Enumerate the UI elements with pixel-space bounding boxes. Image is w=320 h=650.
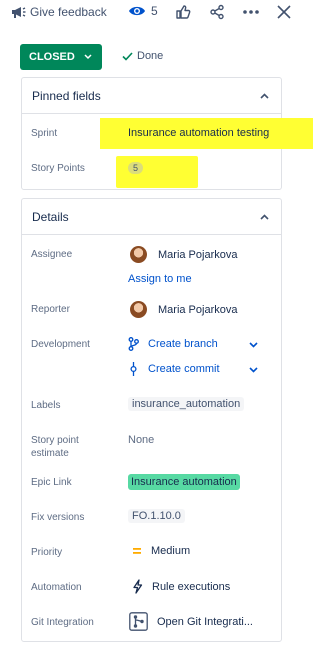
automation-value[interactable]: Rule executions <box>132 579 230 594</box>
story-points-badge: 5 <box>128 162 144 174</box>
chevron-down-icon <box>84 54 92 60</box>
git-integration-value[interactable]: Open Git Integrati... <box>129 612 253 631</box>
chevron-up-icon[interactable] <box>260 92 269 99</box>
create-branch-button[interactable]: Create branch <box>128 337 218 351</box>
status-label: CLOSED <box>29 51 75 63</box>
chevron-down-icon[interactable] <box>249 367 258 373</box>
create-commit-button[interactable]: Create commit <box>128 362 220 376</box>
branch-icon <box>128 337 139 351</box>
story-point-estimate-label-line1: Story point <box>31 435 79 446</box>
watch-count: 5 <box>151 4 158 18</box>
assign-to-me-link[interactable]: Assign to me <box>128 273 192 285</box>
create-branch-label: Create branch <box>148 338 218 350</box>
epic-link-field-label: Epic Link <box>31 477 72 488</box>
top-toolbar: Give feedback 5 <box>0 0 313 26</box>
labels-value[interactable]: insurance_automation <box>128 397 245 411</box>
status-dropdown-button[interactable]: CLOSED <box>20 44 102 70</box>
epic-link-value[interactable]: Insurance automation <box>128 474 240 490</box>
reporter-value[interactable]: Maria Pojarkova <box>130 301 237 318</box>
eye-icon <box>129 6 145 16</box>
story-point-estimate-label: Story point estimate <box>31 434 79 460</box>
label-tag[interactable]: insurance_automation <box>128 397 245 411</box>
reporter-name: Maria Pojarkova <box>158 303 238 316</box>
like-button[interactable] <box>175 4 191 20</box>
rule-executions-label: Rule executions <box>152 580 231 593</box>
sprint-field-value[interactable]: Insurance automation testing <box>128 127 269 139</box>
development-field-label: Development <box>31 339 90 350</box>
priority-field-label: Priority <box>31 547 63 558</box>
epic-lozenge[interactable]: Insurance automation <box>128 474 240 490</box>
avatar <box>130 246 147 263</box>
git-integration-icon <box>129 612 148 631</box>
open-git-integration-label: Open Git Integrati... <box>157 615 253 628</box>
share-icon <box>210 4 224 20</box>
story-points-field-value[interactable]: 5 <box>128 162 144 174</box>
sprint-field-label: Sprint <box>31 128 58 139</box>
checkmark-icon <box>122 51 133 61</box>
resolution-status: Done <box>122 50 163 62</box>
create-commit-label: Create commit <box>148 363 220 375</box>
fix-versions-value[interactable]: FO.1.10.0 <box>128 509 185 523</box>
assignee-value[interactable]: Maria Pojarkova <box>130 246 237 263</box>
megaphone-icon <box>12 7 26 18</box>
commit-icon <box>130 362 137 376</box>
priority-label: Medium <box>151 545 191 557</box>
give-feedback-label: Give feedback <box>30 5 107 19</box>
thumbs-up-icon <box>176 5 191 19</box>
share-button[interactable] <box>209 4 225 20</box>
pinned-fields-header[interactable]: Pinned fields <box>22 78 281 114</box>
close-button[interactable] <box>276 4 292 20</box>
fix-versions-field-label: Fix versions <box>31 512 85 523</box>
close-icon <box>277 5 291 19</box>
watch-button[interactable]: 5 <box>128 4 158 18</box>
version-tag[interactable]: FO.1.10.0 <box>128 509 185 523</box>
more-horizontal-icon <box>243 10 259 14</box>
story-points-field-label: Story Points <box>31 163 85 174</box>
details-title: Details <box>32 209 69 224</box>
lightning-icon <box>133 579 143 594</box>
details-panel: Details <box>21 198 282 642</box>
reporter-field-label: Reporter <box>31 304 70 315</box>
assignee-name: Maria Pojarkova <box>158 248 238 261</box>
more-actions-button[interactable] <box>242 4 260 20</box>
resolution-label: Done <box>137 50 164 62</box>
git-integration-field-label: Git Integration <box>31 617 94 628</box>
chevron-up-icon[interactable] <box>260 213 269 220</box>
automation-field-label: Automation <box>31 582 82 593</box>
details-header[interactable]: Details <box>22 199 281 235</box>
priority-value[interactable]: Medium <box>132 545 190 557</box>
labels-field-label: Labels <box>31 400 61 411</box>
give-feedback-button[interactable]: Give feedback <box>10 4 107 20</box>
assignee-field-label: Assignee <box>31 249 73 260</box>
avatar <box>130 301 147 318</box>
pinned-fields-title: Pinned fields <box>32 88 101 103</box>
priority-medium-icon <box>133 548 141 554</box>
story-point-estimate-value[interactable]: None <box>128 434 154 446</box>
chevron-down-icon[interactable] <box>249 342 258 348</box>
story-point-estimate-label-line2: estimate <box>31 448 69 459</box>
